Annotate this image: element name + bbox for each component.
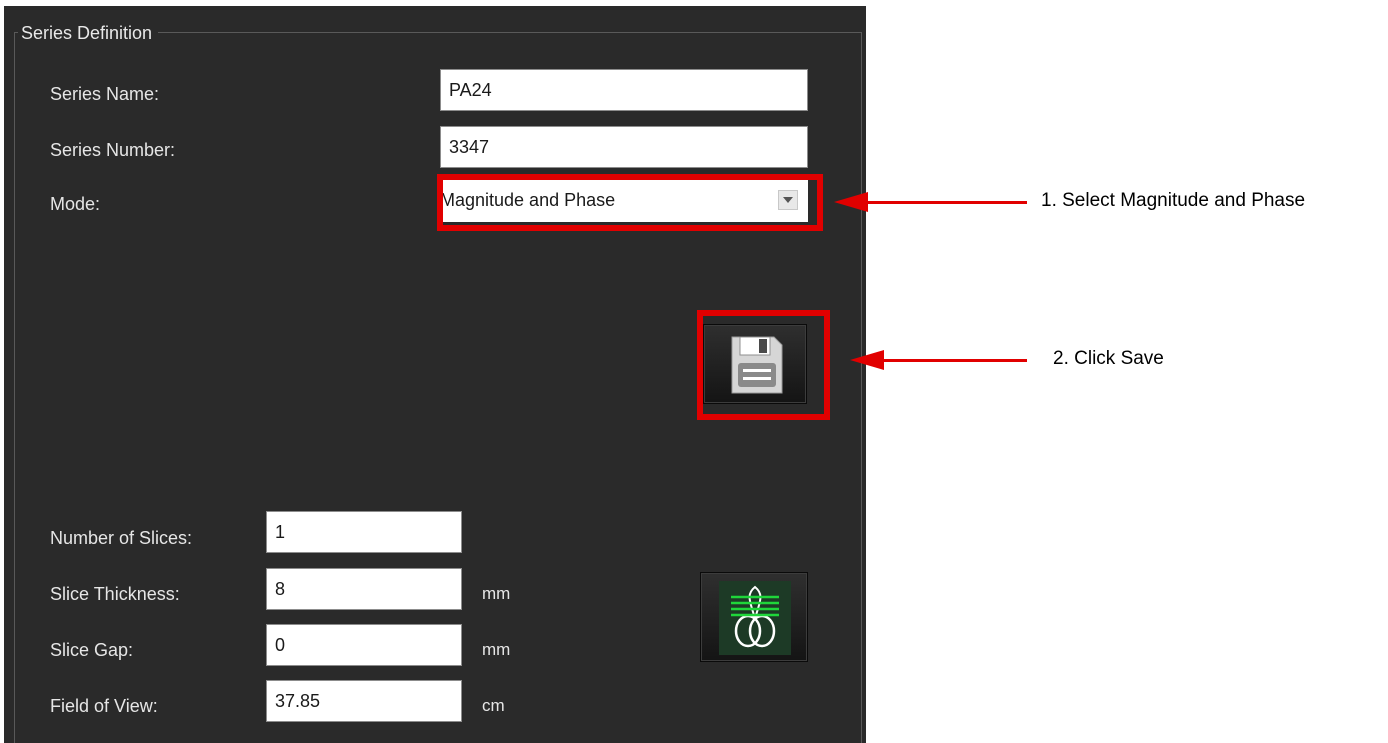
arrow-line-1 xyxy=(866,201,1027,204)
group-title: Series Definition xyxy=(18,21,159,45)
series-number-label: Series Number: xyxy=(50,140,176,160)
slice-gap-unit: mm xyxy=(482,640,511,659)
slice-planes-icon xyxy=(719,581,791,655)
mode-select[interactable]: Magnitude and Phase xyxy=(440,180,808,222)
number-of-slices-label: Number of Slices: xyxy=(50,528,193,548)
arrow-head-2 xyxy=(850,350,884,370)
step-1-callout: 1. Select Magnitude and Phase xyxy=(1041,190,1306,211)
series-name-label: Series Name: xyxy=(50,84,160,104)
arrow-head-1 xyxy=(834,192,868,212)
field-of-view-label: Field of View: xyxy=(50,696,158,716)
slice-thickness-input[interactable] xyxy=(266,568,462,610)
step-2-callout: 2. Click Save xyxy=(1053,348,1164,369)
slice-thickness-unit: mm xyxy=(482,584,511,603)
slice-thickness-label: Slice Thickness: xyxy=(50,584,180,604)
arrow-line-2 xyxy=(882,359,1027,362)
floppy-disk-icon xyxy=(731,336,783,394)
slice-gap-input[interactable] xyxy=(266,624,462,666)
field-of-view-input[interactable] xyxy=(266,680,462,722)
mode-select-value: Magnitude and Phase xyxy=(440,190,616,210)
slice-gap-label: Slice Gap: xyxy=(50,640,134,660)
mode-label: Mode: xyxy=(50,194,101,214)
field-of-view-unit: cm xyxy=(482,696,505,715)
number-of-slices-input[interactable] xyxy=(266,511,462,553)
chevron-down-icon xyxy=(778,190,798,210)
series-definition-panel: Series Definition Series Name: Series Nu… xyxy=(4,6,866,743)
series-number-input[interactable] xyxy=(440,126,808,168)
save-button[interactable] xyxy=(703,324,807,404)
figure: Series Definition Series Name: Series Nu… xyxy=(0,0,1388,743)
slice-view-button[interactable] xyxy=(700,572,808,662)
series-name-input[interactable] xyxy=(440,69,808,111)
